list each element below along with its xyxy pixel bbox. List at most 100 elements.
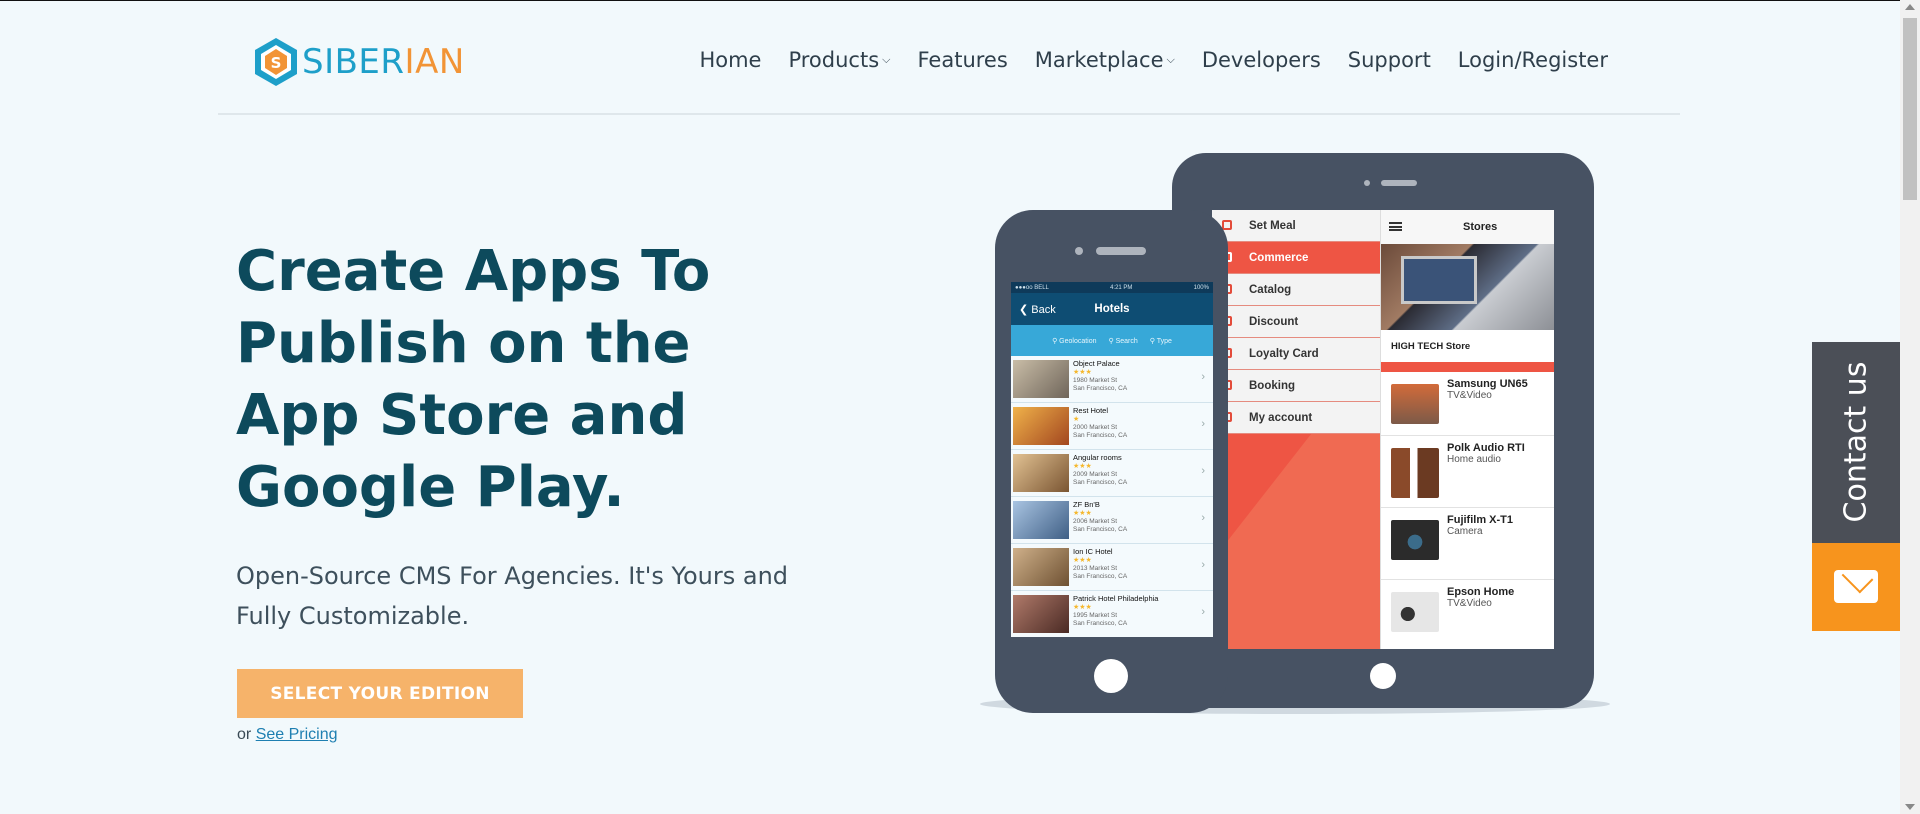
menu-item-label: Set Meal: [1249, 219, 1296, 232]
envelope-icon: [1834, 570, 1878, 603]
chevron-right-icon: ›: [1201, 512, 1205, 524]
type-filter: ⚲ Type: [1149, 337, 1172, 345]
nav-marketplace-label: Marketplace: [1034, 48, 1164, 72]
hotel-thumbnail: [1013, 501, 1069, 539]
menu-item-set-meal: Set Meal: [1212, 210, 1380, 242]
page-scrollbar[interactable]: [1900, 0, 1920, 814]
hotel-list: Object Palace ★★★ 1980 Market St San Franci…: [1011, 356, 1213, 637]
chevron-down-icon: ⌵: [882, 53, 891, 66]
product-name: Polk Audio RTI: [1447, 442, 1525, 454]
tablet-store-view: Stores HIGH TECH Store Samsung UN65 TV&Vi…: [1380, 210, 1554, 649]
projector-thumbnail: [1391, 592, 1439, 632]
hotel-thumbnail: [1013, 595, 1069, 633]
hotel-city: San Francisco, CA: [1073, 479, 1128, 486]
logo-wordmark-part1: SIBER: [302, 42, 405, 82]
hotel-stars: ★★★: [1073, 510, 1092, 517]
product-row: Epson Home TV&Video: [1381, 580, 1554, 644]
hotel-stars: ★: [1073, 416, 1080, 423]
menu-item-label: My account: [1249, 411, 1313, 424]
see-pricing-link[interactable]: See Pricing: [256, 726, 338, 743]
tablet-home-button: [1370, 663, 1396, 689]
hotel-row: Ion IC Hotel ★★★ 2013 Market St San Francis…: [1011, 544, 1213, 591]
nav-support[interactable]: Support: [1348, 48, 1431, 72]
scroll-down-arrow-icon[interactable]: [1905, 804, 1915, 810]
filter-label: Search: [1115, 337, 1138, 345]
phone-speaker: [1096, 247, 1146, 255]
phone-mockup: ●●●oo BELL 4:21 PM 100% ❮ Back Hotels ⚲ …: [995, 210, 1228, 713]
product-category: Camera: [1447, 526, 1483, 537]
menu-item-label: Booking: [1249, 379, 1295, 392]
hotel-stars: ★★★: [1073, 557, 1092, 564]
hotel-stars: ★★★: [1073, 604, 1092, 611]
site-logo[interactable]: S SIBERIAN: [254, 37, 465, 87]
nav-products-label: Products: [788, 48, 880, 72]
hotel-thumbnail: [1013, 548, 1069, 586]
hotel-row: Patrick Hotel Philadelphia ★★★ 1995 Market…: [1011, 591, 1213, 637]
tablet-side-menu: Set Meal Commerce Catalog Discount Loyal…: [1212, 210, 1554, 649]
carrier-text: ●●●oo BELL: [1015, 284, 1049, 291]
hamburger-menu-icon: [1389, 222, 1402, 231]
product-category: TV&Video: [1447, 390, 1492, 401]
nav-login-register[interactable]: Login/Register: [1458, 48, 1608, 72]
pricing-line: or See Pricing: [237, 726, 338, 744]
product-row: Samsung UN65 TV&Video: [1381, 372, 1554, 436]
s-hexagon-logo-icon: S: [255, 38, 297, 86]
nav-home[interactable]: Home: [699, 48, 761, 72]
phone-camera: [1075, 247, 1083, 255]
hotel-name: Rest Hotel: [1073, 406, 1109, 415]
phone-screen: ●●●oo BELL 4:21 PM 100% ❮ Back Hotels ⚲ …: [1011, 282, 1213, 637]
product-name: Epson Home: [1447, 586, 1515, 598]
status-time: 4:21 PM: [1110, 284, 1133, 291]
chevron-right-icon: ›: [1201, 418, 1205, 430]
phone-nav-bar: ❮ Back Hotels: [1011, 293, 1213, 325]
hotel-row: ZF Bn'B ★★★ 2006 Market St San Francisco, C…: [1011, 497, 1213, 544]
tablet-camera: [1364, 180, 1370, 186]
menu-item-label: Discount: [1249, 315, 1299, 328]
menu-item-catalog: Catalog: [1212, 274, 1380, 306]
contact-email-button[interactable]: [1812, 543, 1900, 631]
chevron-right-icon: ›: [1201, 606, 1205, 618]
nav-login-label: Login/Register: [1457, 48, 1608, 72]
nav-marketplace[interactable]: Marketplace ⌵: [1035, 48, 1175, 72]
hotel-row: Object Palace ★★★ 1980 Market St San Franci…: [1011, 356, 1213, 403]
phone-filter-bar: ⚲ Geolocation ⚲ Search ⚲ Type: [1011, 325, 1213, 356]
filter-label: Type: [1156, 337, 1172, 345]
fork-knife-icon: [1222, 220, 1232, 230]
hotel-city: San Francisco, CA: [1073, 432, 1128, 439]
hotel-name: Angular rooms: [1073, 453, 1122, 462]
nav-features[interactable]: Features: [918, 48, 1008, 72]
hero-title: Create Apps To Publish on the App Store …: [236, 239, 711, 520]
tablet-mockup: Set Meal Commerce Catalog Discount Loyal…: [1172, 153, 1594, 708]
battery-text: 100%: [1193, 284, 1209, 291]
tv-thumbnail: [1391, 384, 1439, 424]
hotel-stars: ★★★: [1073, 369, 1092, 376]
nav-products[interactable]: Products ⌵: [788, 48, 890, 72]
hotel-street: 2000 Market St: [1073, 424, 1118, 431]
hotel-street: 2013 Market St: [1073, 565, 1118, 572]
store-bar-title: Stores: [1463, 221, 1498, 233]
nav-developers-label: Developers: [1201, 48, 1321, 72]
logo-wordmark: SIBERIAN: [302, 42, 465, 82]
store-top-bar: Stores: [1381, 210, 1554, 244]
product-row: Polk Audio RTI Home audio: [1381, 436, 1554, 508]
menu-item-loyalty-card: Loyalty Card: [1212, 338, 1380, 370]
scrollbar-thumb[interactable]: [1903, 18, 1917, 200]
chevron-right-icon: ›: [1201, 559, 1205, 571]
hotel-name: Object Palace: [1073, 359, 1120, 368]
logo-wordmark-part2: IAN: [404, 42, 465, 82]
select-edition-button[interactable]: SELECT YOUR EDITION: [237, 669, 523, 718]
tablet-speaker: [1381, 180, 1417, 186]
menu-item-booking: Booking: [1212, 370, 1380, 402]
back-chevron-icon: ❮ Back: [1019, 303, 1056, 316]
filter-label: Geolocation: [1059, 337, 1097, 345]
contact-us-tab[interactable]: Contact us: [1812, 342, 1900, 543]
hotel-thumbnail: [1013, 360, 1069, 398]
chevron-down-icon: ⌵: [1166, 53, 1175, 66]
menu-item-commerce: Commerce: [1212, 242, 1380, 274]
hotel-city: San Francisco, CA: [1073, 385, 1128, 392]
hotel-street: 2009 Market St: [1073, 471, 1118, 478]
tablet-screen: Set Meal Commerce Catalog Discount Loyal…: [1212, 210, 1554, 649]
nav-developers[interactable]: Developers: [1202, 48, 1321, 72]
menu-item-discount: Discount: [1212, 306, 1380, 338]
scroll-up-arrow-icon[interactable]: [1905, 4, 1915, 10]
